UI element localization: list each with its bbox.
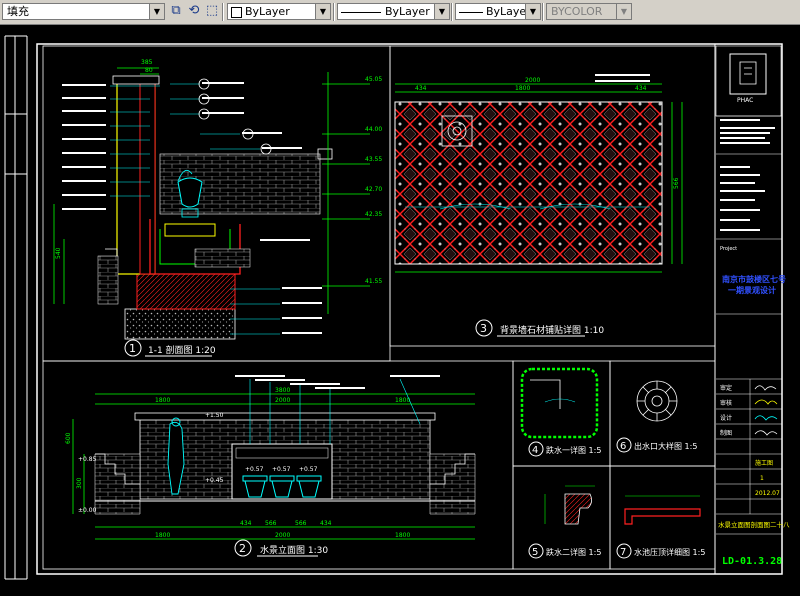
stage-value: 施工图 [755, 459, 773, 467]
toolbar-separator [451, 3, 453, 21]
drawing-name: 水景立面图剖面图二十八 [718, 520, 790, 529]
dim-434a: 434 [240, 520, 252, 527]
chevron-down-icon[interactable]: ▼ [434, 4, 449, 19]
plotstyle-dropdown: BYCOLOR ▼ [546, 3, 632, 20]
elev-4505: 45.05 [365, 76, 382, 83]
view-title-4: 跌水一详图 1:5 [546, 445, 601, 455]
signature-1 [754, 385, 777, 391]
properties-toolbar: 填充 ▼ ⧉ ⟲ ⬚ ByLayer ▼ ByLayer ▼ ByLayer ▼… [0, 0, 800, 25]
dim-566a: 566 [265, 520, 277, 527]
scale-value: 1 [760, 475, 764, 482]
elev-4235: 42.35 [365, 211, 382, 218]
color-value: ByLayer [245, 5, 290, 18]
stone-pattern-view-3: 434 1800 434 2000 566 3 背景墙石材铺贴详图 1:10 [389, 45, 716, 347]
plotstyle-value: BYCOLOR [551, 5, 603, 18]
dim-385: 385 [141, 59, 153, 66]
dim-566b: 566 [295, 520, 307, 527]
level-057c: +0.57 [299, 466, 318, 473]
dim-80: 80 [145, 67, 153, 74]
title-block: PHAC Project 南京市鼓楼区七号一期景观设计 审定 审核 设计 制图 … [715, 45, 790, 567]
dim-p434a: 434 [415, 85, 427, 92]
elev-4270: 42.70 [365, 186, 382, 193]
drawing-canvas[interactable]: 385 80 540 45.05 44.00 43.55 42.70 42.35… [0, 24, 800, 592]
elev-4155: 41.55 [365, 278, 382, 285]
linetype-dropdown[interactable]: ByLayer ▼ [337, 3, 450, 20]
sign-label-2: 审核 [720, 399, 732, 407]
dim-p566: 566 [673, 177, 680, 189]
toolbar-separator [542, 3, 544, 21]
chevron-down-icon: ▼ [616, 4, 631, 19]
dim-300: 300 [76, 477, 83, 489]
sign-label-1: 审定 [720, 384, 732, 392]
elev-4400: 44.00 [365, 126, 382, 133]
layer-value: 填充 [7, 5, 29, 18]
elevation-view-2: 1800 2000 1800 3800 434 566 566 434 1800… [42, 360, 514, 570]
signature-3 [754, 415, 778, 421]
view-title-1: 1-1 剖面图 1:20 [148, 344, 216, 356]
dim-p1800: 1800 [515, 85, 530, 92]
level-057a: +0.57 [245, 466, 264, 473]
chevron-down-icon[interactable]: ▼ [149, 4, 164, 19]
dim-bot-2000: 2000 [275, 532, 290, 539]
linetype-preview [341, 12, 381, 13]
level-057b: +0.57 [272, 466, 291, 473]
linetype-value: ByLayer [385, 5, 430, 18]
cad-drawing: 385 80 540 45.05 44.00 43.55 42.70 42.35… [4, 35, 790, 580]
dim-top-2000: 2000 [275, 397, 290, 404]
view-number-5: 5 [532, 547, 538, 558]
view-title-3: 背景墙石材铺贴详图 1:10 [500, 324, 604, 336]
view-number-1-text: 1 [129, 342, 136, 355]
level-150: +1.50 [205, 412, 224, 419]
level-045: +0.45 [205, 477, 224, 484]
view-title-7: 水池压顶详细图 1:5 [634, 547, 705, 557]
detail-view-6: 6 出水口大样图 1:5 [609, 360, 716, 467]
dim-top-3800: 3800 [275, 387, 290, 394]
dim-bot-1800: 1800 [155, 532, 170, 539]
project-name: 南京市鼓楼区七号一期景观设计 [722, 274, 786, 295]
color-swatch-icon [231, 7, 242, 18]
make-current-layer-icon[interactable]: ⧉ [168, 3, 184, 19]
dim-top-1800a: 1800 [155, 397, 170, 404]
dim-top-1800b: 1800 [395, 397, 410, 404]
view-number-3: 3 [480, 322, 487, 335]
project-label: Project [720, 246, 737, 252]
view-number-4: 4 [532, 445, 538, 456]
dim-bot-1800b: 1800 [395, 532, 410, 539]
sign-label-3: 设计 [720, 414, 732, 422]
toolbar-separator [333, 3, 335, 21]
chevron-down-icon[interactable]: ▼ [525, 4, 540, 19]
elev-4355: 43.55 [365, 156, 382, 163]
lineweight-preview [459, 12, 483, 13]
view-number-2: 2 [239, 542, 246, 555]
level-000: ±0.00 [78, 507, 97, 514]
view-number-7: 7 [620, 547, 626, 558]
color-dropdown[interactable]: ByLayer ▼ [227, 3, 331, 20]
detail-view-7: 7 水池压顶详细图 1:5 [609, 465, 716, 570]
signature-4 [754, 430, 778, 436]
lineweight-dropdown[interactable]: ByLayer ▼ [455, 3, 541, 20]
view-title-5: 跌水二详图 1:5 [546, 547, 601, 557]
dim-p2000: 2000 [525, 77, 540, 84]
dim-540: 540 [55, 247, 62, 259]
detail-view-4: 4 跌水一详图 1:5 [512, 360, 611, 467]
view-number-6: 6 [620, 441, 626, 452]
detail-view-5: 5 跌水二详图 1:5 [512, 465, 611, 570]
company-logo-text: PHAC [737, 97, 753, 104]
view-title-6: 出水口大样图 1:5 [634, 441, 697, 451]
dim-600: 600 [65, 432, 72, 444]
toolbar-separator [222, 3, 224, 21]
layer-previous-icon[interactable]: ⟲ [186, 3, 202, 19]
dim-p434b: 434 [635, 85, 647, 92]
sheet-number: LD-01.3.28 [722, 556, 782, 567]
section-view-1: 385 80 540 45.05 44.00 43.55 42.70 42.35… [42, 45, 391, 362]
view-title-2: 水景立面图 1:30 [260, 544, 328, 556]
sign-label-4: 制图 [720, 429, 732, 437]
layer-dropdown[interactable]: 填充 ▼ [2, 3, 165, 20]
layer-match-icon[interactable]: ⬚ [204, 3, 220, 19]
chevron-down-icon[interactable]: ▼ [315, 4, 330, 19]
signature-2 [754, 399, 778, 405]
dim-434b: 434 [320, 520, 332, 527]
level-085: +0.85 [78, 456, 97, 463]
date-value: 2012.07 [755, 490, 780, 497]
